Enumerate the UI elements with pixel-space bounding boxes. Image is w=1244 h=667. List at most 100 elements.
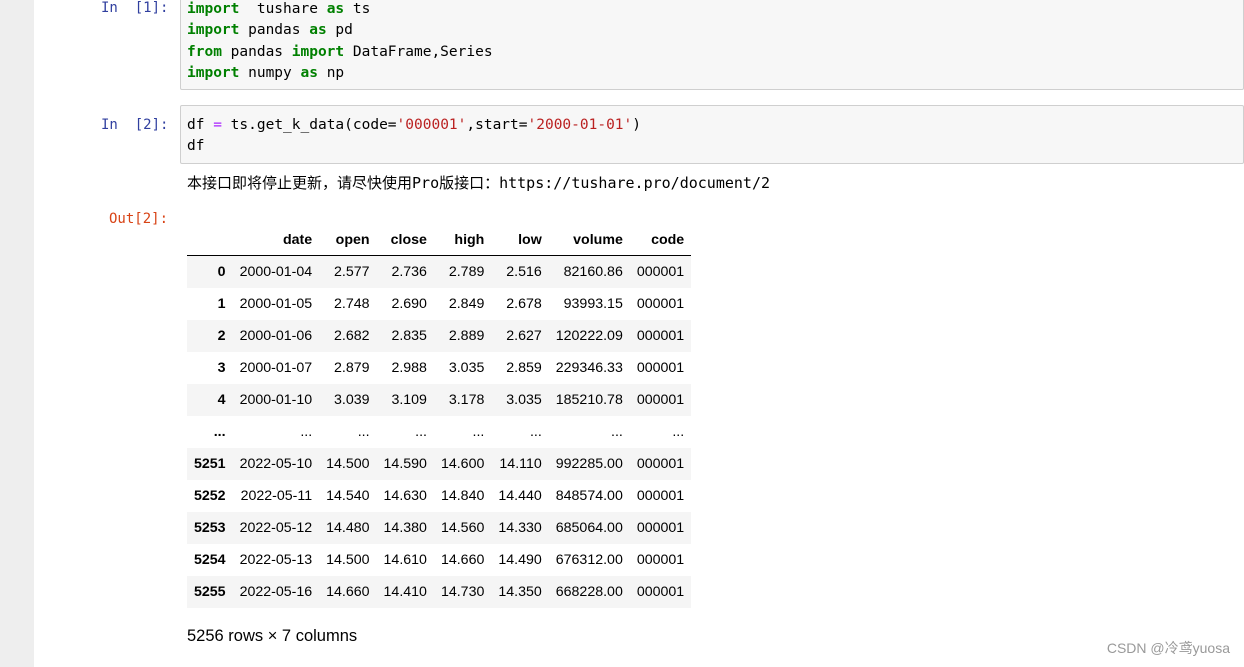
table-cell: 2022-05-10: [239, 456, 313, 472]
table-cell: 2022-05-11: [240, 488, 313, 504]
table-cell: ...: [611, 424, 623, 440]
table-cell: 2022-05-16: [239, 584, 313, 600]
table-cell: 2.690: [391, 296, 427, 312]
table-cell: 2000-01-07: [239, 360, 313, 376]
code-line: from pandas import DataFrame,Series: [187, 42, 1243, 63]
table-cell: 14.480: [326, 520, 370, 536]
row-index: 4: [217, 392, 226, 408]
table-cell: 82160.86: [563, 264, 623, 280]
table-cell: 14.610: [383, 552, 427, 568]
table-cell: 2000-01-10: [239, 392, 313, 408]
code-token: ): [632, 117, 641, 133]
table-cell: 000001: [636, 584, 685, 600]
code-token: DataFrame,Series: [344, 43, 493, 60]
code-token: import: [187, 1, 240, 17]
code-token: as: [326, 1, 345, 17]
table-cell: 14.110: [499, 456, 542, 472]
table-cell: 3.035: [506, 392, 542, 408]
table-cell: 2.748: [334, 296, 370, 312]
table-cell: 93993.15: [563, 296, 623, 312]
table-cell: 2.988: [391, 360, 427, 376]
code-token: ts: [344, 1, 371, 17]
table-cell: ...: [415, 424, 427, 440]
table-cell: 000001: [636, 392, 685, 408]
table-row: ........................: [187, 416, 691, 448]
code-token: '000001': [396, 117, 467, 133]
table-cell: ...: [357, 424, 370, 440]
code-line: df = ts.get_k_data(code='000001',start='…: [187, 115, 1243, 136]
row-index: 5255: [194, 584, 226, 600]
row-index: 5251: [194, 456, 226, 472]
row-index: 2: [217, 328, 226, 344]
table-cell: 676312.00: [555, 552, 623, 568]
table-cell: ...: [300, 424, 313, 440]
table-row: 4 2000-01-10 3.039 3.109 3.178 3.035 185210.78…: [187, 384, 692, 416]
table-cell: 2.678: [506, 296, 542, 312]
table-row: 5255 2022-05-16 14.660 14.410 14.730 14.350 66…: [187, 576, 692, 608]
code-token: import: [187, 22, 240, 39]
code-token: df: [187, 117, 214, 133]
code-token: import: [187, 64, 240, 81]
table-cell: 14.380: [383, 520, 427, 536]
table-row: 3 2000-01-07 2.879 2.988 3.035 2.859 229346.33…: [187, 352, 691, 384]
table-cell: ...: [672, 424, 685, 440]
table-cell: 000001: [636, 456, 685, 472]
code-line: import pandas as pd: [187, 20, 1243, 41]
row-index: 0: [217, 264, 226, 280]
table-cell: 229346.33: [555, 360, 623, 376]
table-cell: 000001: [636, 328, 685, 344]
cell-2-input-prompt: In [2]:: [101, 117, 169, 133]
table-row: 5254 2022-05-13 14.500 14.610 14.660 14.490 67…: [187, 544, 691, 576]
table-row: 5253 2022-05-12 14.480 14.380 14.560 14.330 68…: [187, 512, 692, 544]
table-cell: 848574.00: [555, 488, 623, 504]
column-header: high: [433, 224, 492, 256]
table-cell: 14.560: [440, 520, 485, 536]
stderr-warning-text: 本接口即将停止更新，请尽快使用Pro版接口：https://tushare.pr…: [187, 174, 771, 192]
code-token: tushare: [239, 1, 327, 17]
row-index: ...: [213, 424, 226, 440]
cell-2-output-prompt: Out[2]:: [109, 211, 169, 227]
table-cell: 14.330: [498, 520, 542, 536]
table-cell: 2022-05-13: [239, 552, 313, 568]
table-cell: 14.500: [326, 552, 370, 568]
cell-1-code-editor[interactable]: import tushare as ts import pandas as pd f…: [180, 0, 1244, 90]
table-cell: 14.410: [383, 584, 427, 600]
code-token: as: [300, 64, 318, 81]
table-row: 5252 2022-05-11 14.540 14.630 14.840 14.440 84…: [187, 480, 691, 512]
table-cell: 2.682: [334, 328, 370, 344]
column-header: volume: [548, 224, 630, 256]
table-cell: 2000-01-04: [239, 264, 313, 280]
table-cell: 14.440: [498, 488, 542, 504]
code-line: import numpy as np: [187, 63, 1243, 84]
dataframe-table: date open close high low volume code 0 2000-01-…: [187, 224, 692, 608]
code-token: df: [187, 138, 205, 155]
row-index: 1: [217, 296, 226, 312]
column-header: code: [629, 224, 692, 256]
table-cell: 14.350: [498, 584, 542, 600]
cell-2-code-editor[interactable]: df = ts.get_k_data(code='000001',start='…: [180, 105, 1244, 164]
table-cell: 14.590: [383, 456, 427, 472]
code-token: pd: [326, 22, 353, 39]
table-cell: 3.035: [448, 360, 485, 376]
table-cell: 2.889: [448, 328, 485, 344]
table-cell: 2.516: [506, 264, 542, 280]
column-header: low: [491, 224, 549, 256]
table-cell: 14.840: [440, 488, 485, 504]
code-token: np: [317, 64, 345, 81]
table-cell: 2.879: [334, 360, 370, 376]
table-row: 5251 2022-05-10 14.500 14.590 14.600 14.110 99…: [187, 448, 692, 480]
table-row: 1 2000-01-05 2.748 2.690 2.849 2.678 93993.15 0…: [187, 288, 691, 320]
code-token: as: [309, 22, 327, 39]
table-cell: 000001: [636, 360, 685, 376]
table-cell: 120222.09: [555, 328, 623, 344]
watermark: CSDN @冷鸢yuosa: [1106, 640, 1230, 656]
row-index: 5254: [194, 552, 226, 568]
table-cell: 2.849: [448, 296, 485, 312]
table-cell: 14.500: [326, 456, 370, 472]
code-token: from: [187, 43, 222, 60]
table-cell: 14.540: [326, 488, 370, 504]
row-index: 5253: [194, 520, 226, 536]
code-line: import tushare as ts: [187, 0, 1243, 20]
table-cell: 14.630: [383, 488, 427, 504]
table-cell: 2000-01-06: [239, 328, 313, 344]
